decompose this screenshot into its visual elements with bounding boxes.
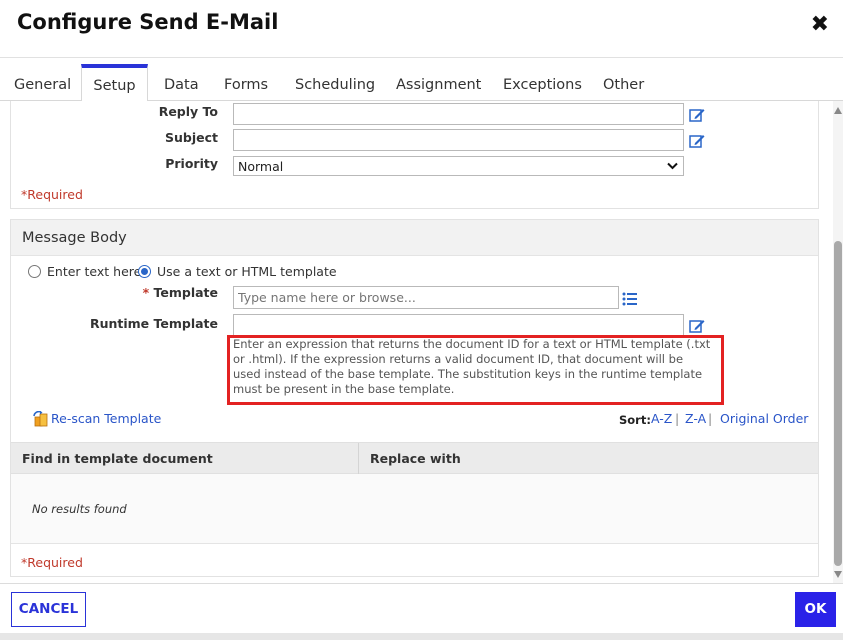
tab-forms[interactable]: Forms xyxy=(224,64,268,101)
radio-enter-text-label: Enter text here xyxy=(47,264,142,279)
tab-data[interactable]: Data xyxy=(164,64,199,101)
separator: | xyxy=(675,411,680,426)
ok-button[interactable]: OK xyxy=(795,592,836,627)
tab-bar: General Setup Data Forms Scheduling Assi… xyxy=(0,64,843,102)
dialog-header: Configure Send E-Mail ✖ xyxy=(0,0,843,58)
priority-label: Priority xyxy=(165,156,218,171)
reply-to-input[interactable] xyxy=(233,103,684,125)
subject-label: Subject xyxy=(165,130,218,145)
edit-icon[interactable] xyxy=(689,133,705,149)
required-note: *Required xyxy=(21,187,83,202)
dialog-content: Reply To Subject Priority Normal *Requir… xyxy=(0,101,833,583)
footer-bottom-bar xyxy=(0,633,843,640)
reply-to-label: Reply To xyxy=(158,104,218,119)
required-note: *Required xyxy=(21,555,83,570)
section-header: Message Body xyxy=(11,220,818,256)
runtime-template-input[interactable] xyxy=(233,314,684,336)
highlight-box xyxy=(227,335,724,405)
sort-za-link[interactable]: Z-A xyxy=(685,411,706,426)
tab-other[interactable]: Other xyxy=(603,64,644,101)
column-replace: Replace with xyxy=(370,451,461,466)
radio-use-template[interactable] xyxy=(138,265,151,278)
table-header: Find in template document Replace with xyxy=(11,442,818,475)
dialog-title: Configure Send E-Mail xyxy=(17,10,279,34)
column-find: Find in template document xyxy=(22,451,213,466)
priority-value: Normal xyxy=(238,159,284,174)
tab-exceptions[interactable]: Exceptions xyxy=(503,64,582,101)
scroll-down-icon[interactable] xyxy=(834,571,842,578)
scroll-up-icon[interactable] xyxy=(834,107,842,114)
tab-scheduling[interactable]: Scheduling xyxy=(295,64,375,101)
cancel-button[interactable]: CANCEL xyxy=(11,592,86,627)
template-label: * Template xyxy=(111,285,218,300)
section-title: Message Body xyxy=(22,230,127,246)
empty-message: No results found xyxy=(32,502,127,516)
template-input[interactable] xyxy=(233,286,619,309)
radio-enter-text[interactable] xyxy=(28,265,41,278)
column-divider xyxy=(358,443,359,475)
close-icon[interactable]: ✖ xyxy=(811,14,829,36)
message-body-panel: Message Body Enter text here Use a text … xyxy=(10,219,819,577)
table-body: No results found xyxy=(11,474,818,544)
sort-label: Sort: xyxy=(619,413,651,427)
sort-original-link[interactable]: Original Order xyxy=(720,411,808,426)
radio-use-template-label: Use a text or HTML template xyxy=(157,264,337,279)
vertical-scrollbar[interactable] xyxy=(833,101,843,583)
separator: | xyxy=(708,411,713,426)
rescan-template-link[interactable]: Re-scan Template xyxy=(51,411,161,426)
subject-input[interactable] xyxy=(233,129,684,151)
tab-general[interactable]: General xyxy=(14,64,71,101)
required-star: * xyxy=(142,285,150,300)
dialog-footer: CANCEL OK xyxy=(0,583,843,640)
edit-icon[interactable] xyxy=(689,107,705,123)
chevron-down-icon xyxy=(667,162,678,170)
edit-icon[interactable] xyxy=(689,318,705,334)
template-label-text: Template xyxy=(153,285,219,300)
tab-setup[interactable]: Setup xyxy=(81,64,148,102)
rescan-icon[interactable] xyxy=(32,411,48,427)
tab-assignment[interactable]: Assignment xyxy=(396,64,481,101)
priority-select[interactable]: Normal xyxy=(233,156,684,176)
runtime-template-label: Runtime Template xyxy=(89,316,218,331)
email-settings-panel: Reply To Subject Priority Normal *Requir… xyxy=(10,101,819,209)
scroll-thumb[interactable] xyxy=(834,241,842,566)
sort-az-link[interactable]: A-Z xyxy=(651,411,672,426)
list-browse-icon[interactable] xyxy=(622,291,638,307)
